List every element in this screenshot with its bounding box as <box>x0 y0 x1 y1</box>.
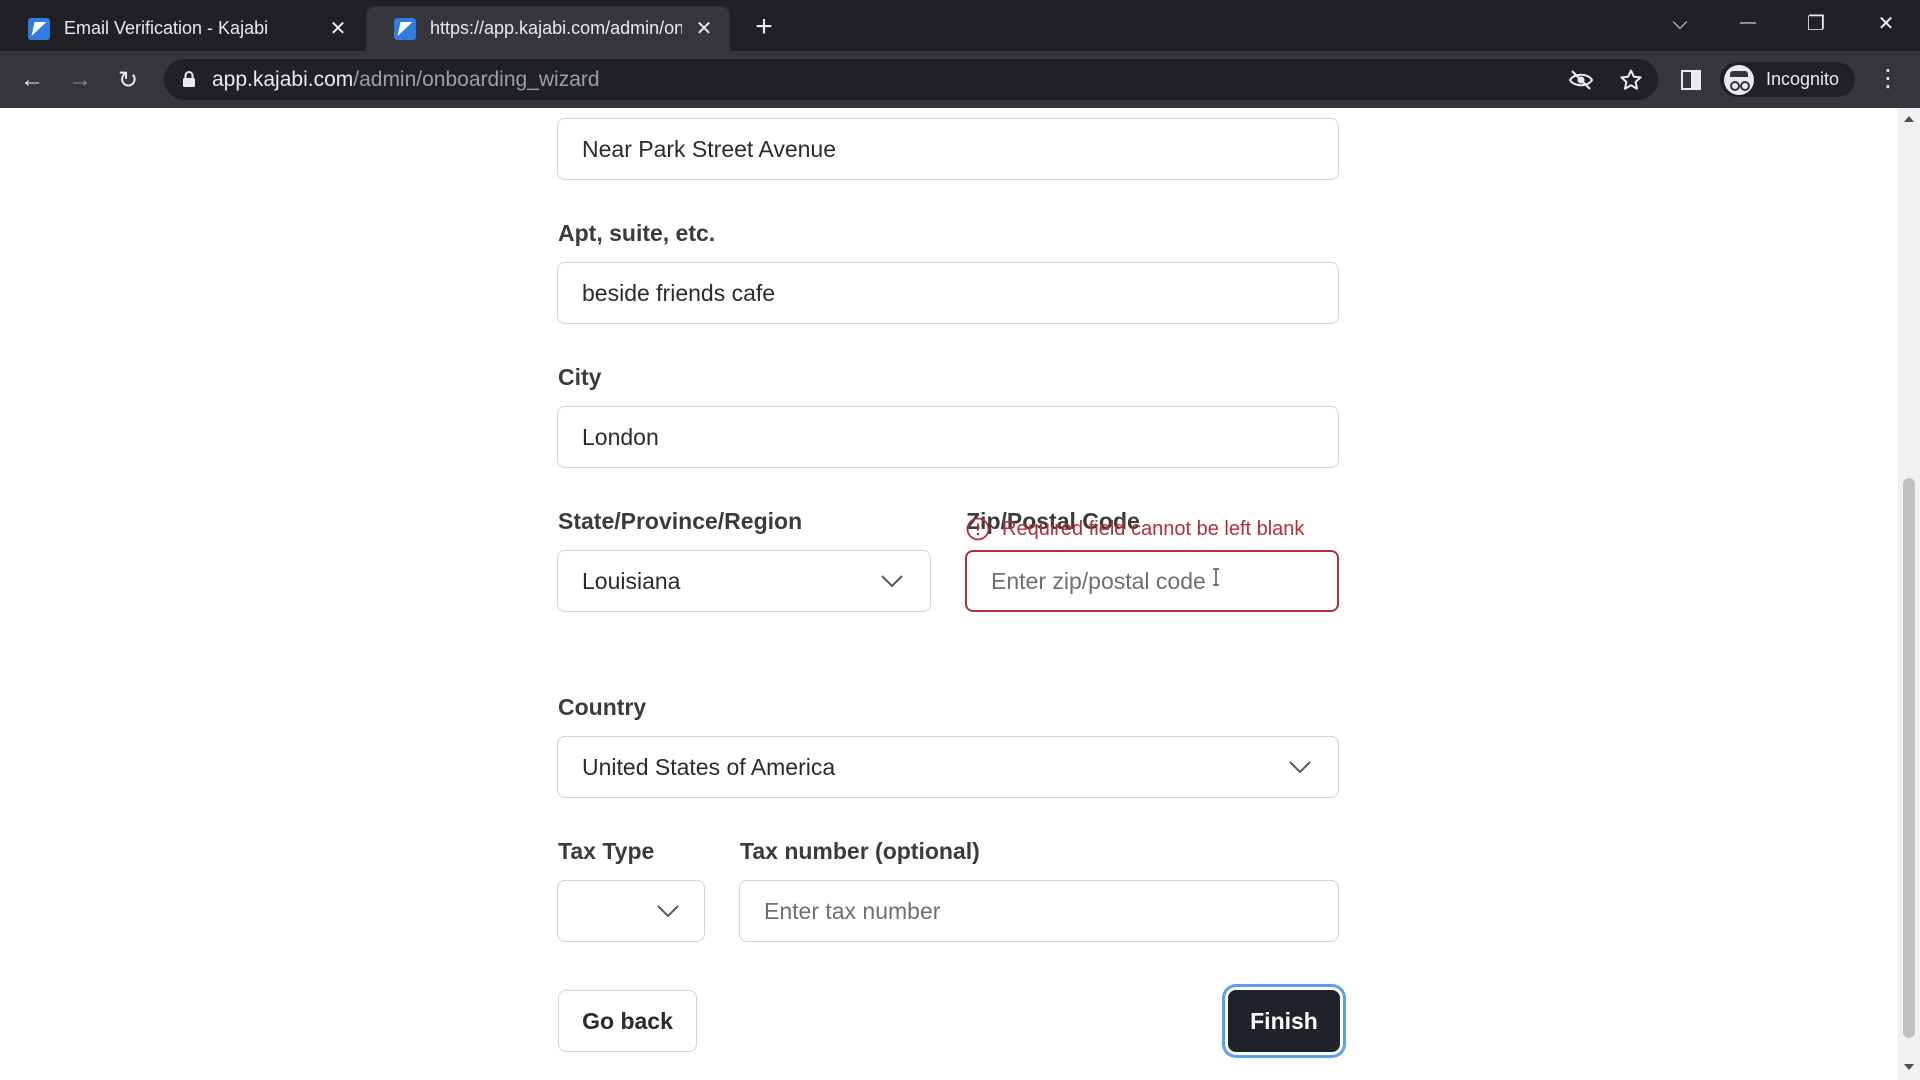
zip-error-text: Required field cannot be left blank <box>1002 517 1305 540</box>
alert-circle-icon <box>966 517 990 541</box>
apt-label: Apt, suite, etc. <box>558 220 716 246</box>
side-panel-icon[interactable] <box>1678 68 1704 92</box>
state-label: State/Province/Region <box>558 508 803 534</box>
zip-input[interactable] <box>965 550 1339 612</box>
tab-onboarding-wizard[interactable]: https://app.kajabi.com/admin/onboarding_… <box>366 6 730 51</box>
tab-strip: Email Verification - Kajabi ✕ https://ap… <box>0 0 1920 51</box>
city-input[interactable] <box>557 406 1339 468</box>
incognito-icon <box>1724 64 1754 95</box>
page-scrollbar[interactable] <box>1898 108 1920 1080</box>
tab-email-verification[interactable]: Email Verification - Kajabi ✕ <box>0 6 364 51</box>
back-button[interactable]: ← <box>16 64 48 96</box>
zip-error-message: Required field cannot be left blank <box>966 517 1304 541</box>
close-icon[interactable]: ✕ <box>692 17 716 41</box>
scrollbar-thumb[interactable] <box>1903 478 1915 1038</box>
tax-number-input[interactable] <box>739 880 1339 942</box>
scroll-up-arrow-icon[interactable] <box>1904 116 1914 122</box>
state-select[interactable]: Louisiana <box>557 550 931 612</box>
restore-icon[interactable]: ❐ <box>1796 6 1836 40</box>
apt-input[interactable] <box>557 262 1339 324</box>
url-host: app.kajabi.com <box>212 68 354 91</box>
go-back-button[interactable]: Go back <box>558 990 697 1052</box>
city-label: City <box>558 364 602 390</box>
country-label: Country <box>558 694 647 720</box>
text-cursor-icon <box>1213 568 1219 586</box>
chevron-down-icon <box>1289 761 1311 774</box>
finish-button[interactable]: Finish <box>1228 990 1340 1052</box>
state-value: Louisiana <box>582 568 681 594</box>
tax-number-label: Tax number (optional) <box>740 838 980 864</box>
tax-type-select[interactable] <box>557 880 705 942</box>
lock-icon[interactable] <box>182 70 196 88</box>
forward-button[interactable]: → <box>64 64 96 96</box>
close-icon[interactable]: ✕ <box>326 17 350 41</box>
new-tab-button[interactable]: + <box>748 12 780 44</box>
page-content: Apt, suite, etc. City State/Province/Reg… <box>0 108 1898 1080</box>
tax-type-label: Tax Type <box>558 838 655 864</box>
tab-search-icon[interactable]: ⌵ <box>1660 6 1700 40</box>
eye-off-icon[interactable] <box>1568 68 1594 92</box>
incognito-profile-button[interactable]: Incognito <box>1720 62 1856 97</box>
country-select[interactable]: United States of America <box>557 736 1339 798</box>
chevron-down-icon <box>657 905 679 918</box>
address-bar[interactable]: app.kajabi.com/admin/onboarding_wizard <box>164 59 1658 100</box>
country-value: United States of America <box>582 754 836 780</box>
browser-toolbar: ← → ↻ app.kajabi.com/admin/onboarding_wi… <box>0 51 1920 108</box>
chevron-down-icon <box>881 575 903 588</box>
kajabi-favicon-icon <box>394 17 416 40</box>
kajabi-favicon-icon <box>28 17 50 40</box>
window-close-icon[interactable]: ✕ <box>1866 6 1906 40</box>
tab-title: Email Verification - Kajabi <box>64 18 269 38</box>
minimize-icon[interactable]: — <box>1728 6 1768 40</box>
reload-button[interactable]: ↻ <box>112 64 144 96</box>
scroll-down-arrow-icon[interactable] <box>1904 1064 1914 1070</box>
browser-menu-icon[interactable]: ⋮ <box>1876 65 1900 95</box>
bookmark-star-icon[interactable] <box>1618 68 1644 92</box>
url-path: /admin/onboarding_wizard <box>353 68 600 91</box>
url-text: app.kajabi.com/admin/onboarding_wizard <box>212 68 600 92</box>
tab-title: https://app.kajabi.com/admin/onboarding_… <box>430 18 682 38</box>
address-input[interactable] <box>557 118 1339 180</box>
profile-label: Incognito <box>1766 69 1840 89</box>
